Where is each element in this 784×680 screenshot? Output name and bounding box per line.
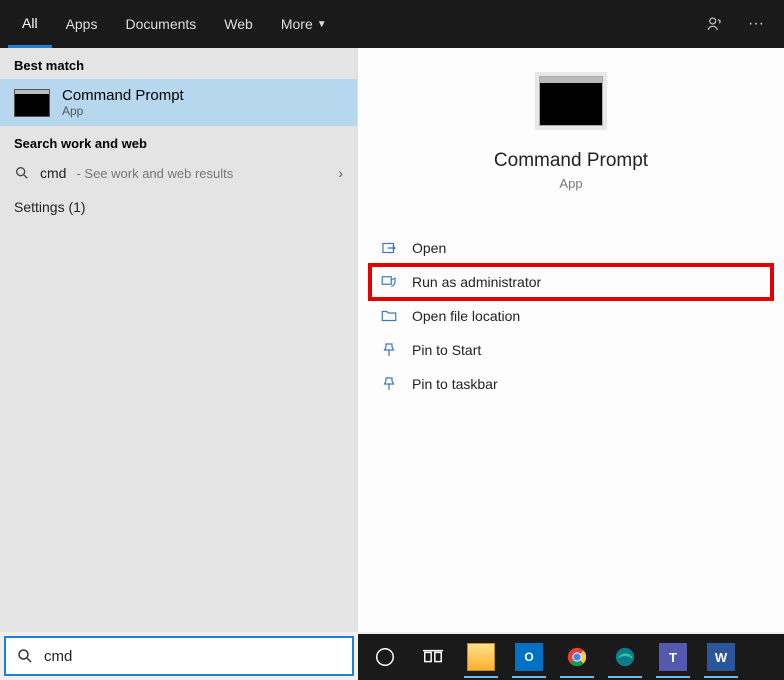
search-query: cmd (40, 165, 66, 181)
action-label: Run as administrator (412, 274, 541, 290)
folder-icon (380, 307, 398, 325)
search-icon (14, 165, 30, 181)
file-explorer-icon[interactable] (458, 634, 504, 680)
tab-web[interactable]: Web (210, 0, 267, 48)
search-hint: - See work and web results (76, 166, 233, 181)
admin-shield-icon (380, 273, 398, 291)
search-input[interactable] (44, 648, 342, 665)
tab-all[interactable]: All (8, 0, 52, 48)
word-icon[interactable]: W (698, 634, 744, 680)
preview-panel: Command Prompt App Open Run as administr… (357, 48, 784, 632)
open-icon (380, 239, 398, 257)
action-pin-to-start[interactable]: Pin to Start (370, 333, 772, 367)
tab-label: Documents (125, 16, 196, 32)
feedback-icon[interactable] (694, 15, 736, 33)
command-prompt-icon (539, 76, 603, 126)
tab-documents[interactable]: Documents (111, 0, 210, 48)
action-label: Open (412, 240, 446, 256)
results-panel: Best match Command Prompt App Search wor… (0, 48, 357, 632)
action-pin-to-taskbar[interactable]: Pin to taskbar (370, 367, 772, 401)
tab-label: All (22, 15, 38, 31)
chrome-icon[interactable] (554, 634, 600, 680)
search-box[interactable] (4, 636, 354, 676)
result-subtitle: App (62, 104, 184, 118)
cortana-icon[interactable] (362, 634, 408, 680)
search-web-header: Search work and web (0, 126, 357, 157)
settings-result[interactable]: Settings (1) (0, 189, 357, 225)
best-match-result[interactable]: Command Prompt App (0, 79, 357, 126)
best-match-header: Best match (0, 48, 357, 79)
outlook-icon[interactable]: O (506, 634, 552, 680)
edge-icon[interactable] (602, 634, 648, 680)
tab-label: Apps (66, 16, 98, 32)
tab-label: More (281, 16, 313, 32)
preview-subtitle: App (559, 176, 582, 191)
search-filter-tabs: All Apps Documents Web More ▼ ··· (0, 0, 784, 48)
action-open[interactable]: Open (370, 231, 772, 265)
more-options-icon[interactable]: ··· (736, 15, 776, 33)
action-run-as-administrator[interactable]: Run as administrator (370, 265, 772, 299)
preview-title: Command Prompt (494, 150, 648, 172)
result-title: Command Prompt (62, 87, 184, 104)
action-label: Open file location (412, 308, 520, 324)
pin-icon (380, 375, 398, 393)
actions-list: Open Run as administrator Open file loca… (358, 231, 784, 401)
tab-apps[interactable]: Apps (52, 0, 112, 48)
task-view-icon[interactable] (410, 634, 456, 680)
command-prompt-icon (14, 89, 50, 117)
search-web-result[interactable]: cmd - See work and web results › (0, 157, 357, 189)
chevron-down-icon: ▼ (317, 19, 327, 30)
action-label: Pin to Start (412, 342, 481, 358)
taskbar: O T W (358, 634, 784, 680)
pin-icon (380, 341, 398, 359)
tab-label: Web (224, 16, 253, 32)
chevron-right-icon: › (338, 165, 343, 181)
search-icon (16, 647, 34, 665)
action-open-file-location[interactable]: Open file location (370, 299, 772, 333)
tab-more[interactable]: More ▼ (267, 0, 341, 48)
action-label: Pin to taskbar (412, 376, 498, 392)
teams-icon[interactable]: T (650, 634, 696, 680)
